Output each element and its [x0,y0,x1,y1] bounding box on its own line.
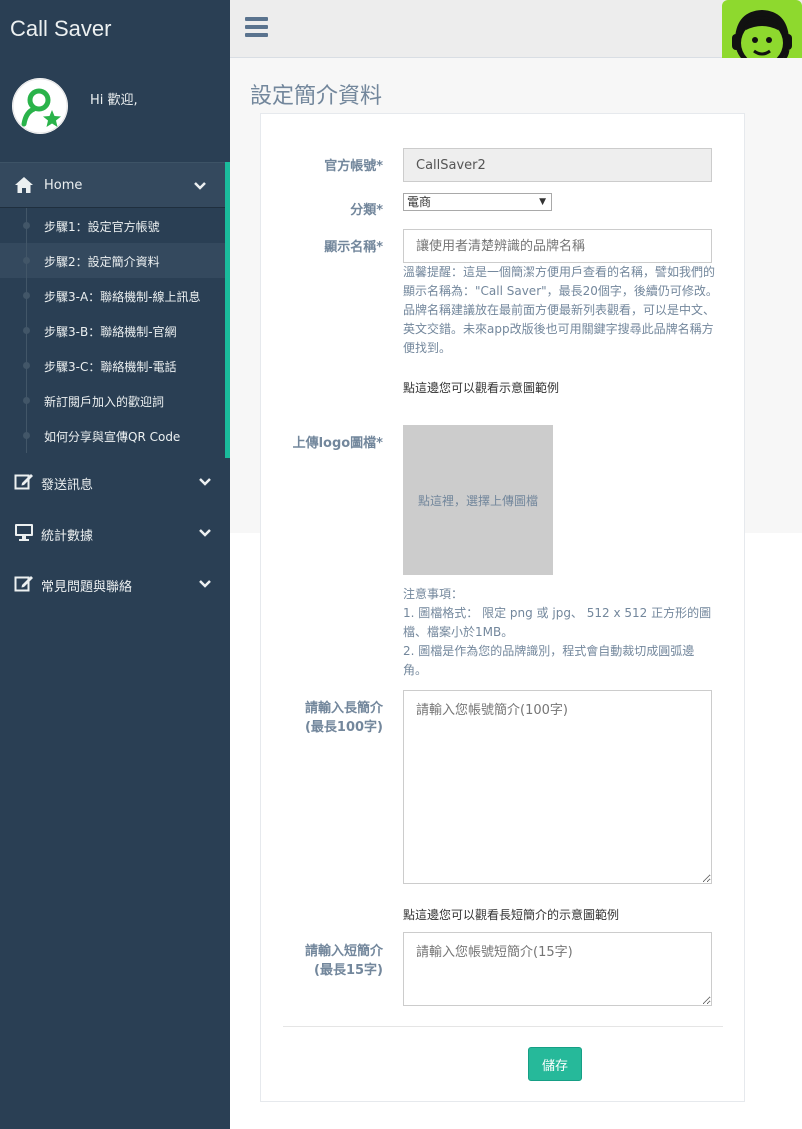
submenu-item-label: 步驟1：設定官方帳號 [44,220,160,234]
display-name-help: 溫馨提醒：這是一個簡潔方便用戶查看的名稱，譬如我們的顯示名稱為："Call Sa… [403,265,718,355]
logo-upload-area[interactable]: 點這裡，選擇上傳圖檔 [403,425,553,575]
chevron-down-icon [199,478,211,486]
chevron-down-icon [199,580,211,588]
submenu-item-step3b[interactable]: 步驟3-B：聯絡機制-官網 [0,313,225,348]
logo-note-line: 1. 圖檔格式： 限定 png 或 jpg、 512 x 512 正方形的圖檔、… [403,606,712,639]
submenu-item-label: 步驟3-A：聯絡機制-線上訊息 [44,290,201,304]
menu-statistics[interactable]: 統計數據 [0,513,230,553]
menu-faq-contact-label: 常見問題與聯絡 [41,580,133,595]
submenu-home: 步驟1：設定官方帳號 步驟2：設定簡介資料 步驟3-A：聯絡機制-線上訊息 步驟… [0,208,225,453]
submenu-item-label: 如何分享與宣傳QR Code [44,430,181,444]
logo-notes: 注意事項： 1. 圖檔格式： 限定 png 或 jpg、 512 x 512 正… [403,585,718,680]
avatar [12,78,68,134]
submenu-item-step3c[interactable]: 步驟3-C：聯絡機制-電話 [0,348,225,383]
long-intro-label-line2: (最長100字) [304,720,383,735]
menu-send-message[interactable]: 發送訊息 [0,462,230,502]
category-label: 分類* [350,203,383,218]
category-selected-value: 電商 [407,195,432,209]
category-select[interactable]: 電商 ▼ [403,193,552,211]
menu-send-message-label: 發送訊息 [41,478,94,493]
chevron-down-icon [194,182,206,190]
submenu-item-label: 步驟2：設定簡介資料 [44,255,160,269]
submenu-item-step2[interactable]: 步驟2：設定簡介資料 [0,243,225,278]
submenu-item-step1[interactable]: 步驟1：設定官方帳號 [0,208,225,243]
top-navbar [230,0,802,58]
long-intro-example-link[interactable]: 點這邊您可以觀看長短簡介的示意圖範例 [403,906,619,923]
submenu-item-qrcode[interactable]: 如何分享與宣傳QR Code [0,418,225,453]
menu-statistics-label: 統計數據 [41,529,94,544]
chevron-down-icon [199,529,211,537]
logo-note-line: 2. 圖檔是作為您的品牌識別，程式會自動裁切成圓弧邊角。 [403,644,695,677]
short-intro-label-line2: (最長15字) [314,963,383,978]
logo-label: 上傳logo圖檔* [292,436,383,451]
submenu-item-label: 步驟3-B：聯絡機制-官網 [44,325,177,339]
monitor-icon [15,524,33,541]
save-button[interactable]: 儲存 [528,1047,582,1081]
account-field [403,148,712,182]
logo-note-line: 注意事項： [403,587,464,601]
submenu-item-welcome[interactable]: 新訂閱戶加入的歡迎詞 [0,383,225,418]
submenu-item-label: 新訂閱戶加入的歡迎詞 [44,395,165,409]
home-icon [15,177,33,193]
short-intro-textarea[interactable] [403,932,712,1006]
menu-home[interactable]: Home [0,162,230,208]
long-intro-label: 請輸入長簡介 (最長100字) [253,699,383,737]
form-divider [283,1026,723,1027]
logo-upload-text: 點這裡，選擇上傳圖檔 [417,493,538,508]
sidebar: Call Saver Hi 歡迎, Home 步驟1：設定官方帳號 步驟2：設定… [0,0,230,1129]
submenu-item-label: 步驟3-C：聯絡機制-電話 [44,360,177,374]
menu-faq-contact[interactable]: 常見問題與聯絡 [0,564,230,604]
short-intro-label: 請輸入短簡介 (最長15字) [253,942,383,980]
page-title: 設定簡介資料 [250,84,383,109]
short-intro-label-line1: 請輸入短簡介 [304,944,383,959]
long-intro-label-line1: 請輸入長簡介 [304,701,383,716]
menu-home-label: Home [44,178,83,193]
display-name-example-link[interactable]: 點這邊您可以觀看示意圖範例 [403,379,559,396]
brand-title[interactable]: Call Saver [10,16,111,42]
display-name-input[interactable] [403,229,712,263]
menu-toggle-icon[interactable] [245,17,268,37]
edit-icon [14,474,33,490]
long-intro-textarea[interactable] [403,690,712,884]
submenu-item-step3a[interactable]: 步驟3-A：聯絡機制-線上訊息 [0,278,225,313]
edit-icon [14,576,33,592]
user-star-icon [12,78,68,134]
display-name-label: 顯示名稱* [324,240,383,255]
dropdown-arrow-icon: ▼ [539,197,546,207]
account-label: 官方帳號* [324,159,383,174]
welcome-text: Hi 歡迎, [90,93,138,108]
